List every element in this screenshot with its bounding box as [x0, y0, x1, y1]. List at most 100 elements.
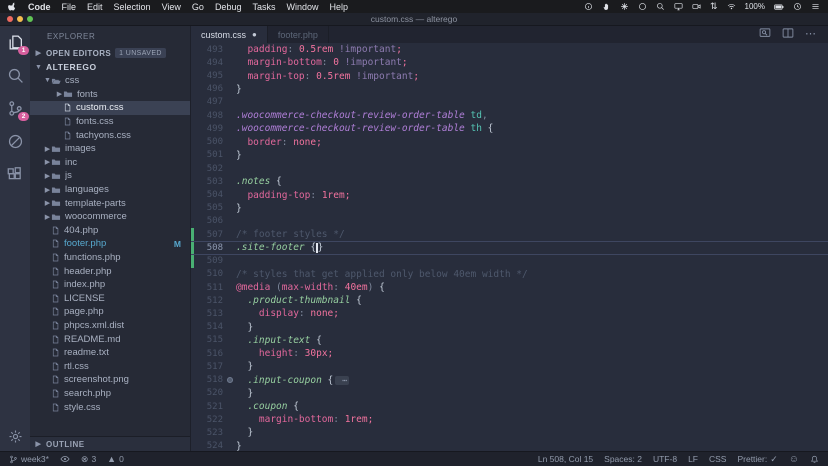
- errors-status[interactable]: ⊗3: [81, 454, 96, 464]
- prettier-status[interactable]: Prettier:✓: [737, 454, 777, 464]
- menu-help[interactable]: Help: [330, 2, 349, 12]
- open-preview-icon[interactable]: [759, 26, 771, 44]
- language-mode[interactable]: CSS: [709, 454, 726, 464]
- code-line-521[interactable]: 521 .coupon {: [191, 400, 828, 413]
- source-control-icon[interactable]: 2: [6, 99, 24, 117]
- code-line-517[interactable]: 517 }: [191, 360, 828, 373]
- tab-footer-php[interactable]: footer.php: [268, 26, 329, 43]
- file-readme-txt[interactable]: readme.txt: [30, 346, 190, 360]
- indentation[interactable]: Spaces: 2: [604, 454, 642, 464]
- line-number[interactable]: 517: [191, 362, 223, 372]
- menu-view[interactable]: View: [162, 2, 181, 12]
- split-editor-icon[interactable]: [782, 26, 794, 44]
- code-line-510[interactable]: 510/* styles that get applied only below…: [191, 268, 828, 281]
- line-number[interactable]: 520: [191, 388, 223, 398]
- line-number[interactable]: 510: [191, 269, 223, 279]
- line-number[interactable]: 500: [191, 137, 223, 147]
- line-number[interactable]: 502: [191, 164, 223, 174]
- menu-file[interactable]: File: [62, 2, 77, 12]
- code-editor[interactable]: 493 padding: 0.5rem !important;494 margi…: [191, 43, 828, 451]
- apple-menu-icon[interactable]: [8, 2, 17, 11]
- code-line-500[interactable]: 500 border: none;: [191, 136, 828, 149]
- fold-indicator-icon[interactable]: [223, 377, 236, 383]
- menu-app-name[interactable]: Code: [28, 2, 51, 12]
- code-line-503[interactable]: 503.notes {: [191, 175, 828, 188]
- search-icon[interactable]: [656, 2, 665, 11]
- watch-status[interactable]: [60, 454, 70, 464]
- cursor-position[interactable]: Ln 508, Col 15: [538, 454, 593, 464]
- feedback-smiley[interactable]: ☺: [789, 454, 799, 465]
- line-number[interactable]: 497: [191, 97, 223, 107]
- info-circle-icon[interactable]: [584, 2, 593, 11]
- code-line-514[interactable]: 514 }: [191, 321, 828, 334]
- list-icon[interactable]: [811, 2, 820, 11]
- line-number[interactable]: 503: [191, 177, 223, 187]
- code-line-507[interactable]: 507/* footer styles */: [191, 228, 828, 241]
- line-number[interactable]: 522: [191, 415, 223, 425]
- line-number[interactable]: 493: [191, 45, 223, 55]
- code-line-520[interactable]: 520 }: [191, 387, 828, 400]
- line-number[interactable]: 524: [191, 441, 223, 451]
- folder-fonts[interactable]: ▶fonts: [30, 88, 190, 102]
- line-number[interactable]: 507: [191, 230, 223, 240]
- folder-template-parts[interactable]: ▶template-parts: [30, 196, 190, 210]
- tab-custom-css[interactable]: custom.css●: [191, 26, 268, 43]
- code-line-495[interactable]: 495 margin-top: 0.5rem !important;: [191, 69, 828, 82]
- folder-woocommerce[interactable]: ▶woocommerce: [30, 210, 190, 224]
- open-editors-section[interactable]: ▶ OPEN EDITORS 1 UNSAVED: [30, 46, 190, 60]
- file-page-php[interactable]: page.php: [30, 305, 190, 319]
- file-phpcs-xml-dist[interactable]: phpcs.xml.dist: [30, 319, 190, 333]
- close-window-button[interactable]: [7, 16, 13, 22]
- warnings-status[interactable]: ▲0: [107, 454, 124, 464]
- line-number[interactable]: 505: [191, 203, 223, 213]
- battery-icon[interactable]: [774, 2, 784, 12]
- code-line-515[interactable]: 515 .input-text {: [191, 334, 828, 347]
- explorer-icon[interactable]: 1: [6, 33, 24, 51]
- line-number[interactable]: 506: [191, 216, 223, 226]
- folder-css[interactable]: ▼css: [30, 74, 190, 88]
- encoding[interactable]: UTF-8: [653, 454, 677, 464]
- code-line-501[interactable]: 501}: [191, 149, 828, 162]
- code-line-502[interactable]: 502: [191, 162, 828, 175]
- code-line-518[interactable]: 518 .input-coupon { ⋯: [191, 373, 828, 386]
- menu-edit[interactable]: Edit: [87, 2, 103, 12]
- maximize-window-button[interactable]: [27, 16, 33, 22]
- file-style-css[interactable]: style.css: [30, 400, 190, 414]
- file-readme-md[interactable]: README.md: [30, 332, 190, 346]
- folder-inc[interactable]: ▶inc: [30, 156, 190, 170]
- updown-icon[interactable]: ⇅: [710, 2, 718, 11]
- line-number[interactable]: 501: [191, 150, 223, 160]
- line-number[interactable]: 512: [191, 296, 223, 306]
- unsaved-dot-icon[interactable]: ●: [252, 31, 257, 39]
- flower-icon[interactable]: [620, 2, 629, 11]
- menu-go[interactable]: Go: [192, 2, 204, 12]
- file-search-php[interactable]: search.php: [30, 387, 190, 401]
- code-line-497[interactable]: 497: [191, 96, 828, 109]
- code-line-516[interactable]: 516 height: 30px;: [191, 347, 828, 360]
- file-tachyons-css[interactable]: tachyons.css: [30, 128, 190, 142]
- file-fonts-css[interactable]: fonts.css: [30, 115, 190, 129]
- display-icon[interactable]: [674, 2, 683, 11]
- code-line-505[interactable]: 505}: [191, 202, 828, 215]
- file-404-php[interactable]: 404.php: [30, 224, 190, 238]
- debug-icon[interactable]: [6, 132, 24, 150]
- line-number[interactable]: 509: [191, 256, 223, 266]
- folder-languages[interactable]: ▶languages: [30, 183, 190, 197]
- file-functions-php[interactable]: functions.php: [30, 251, 190, 265]
- folder-images[interactable]: ▶images: [30, 142, 190, 156]
- camera-icon[interactable]: [692, 2, 701, 11]
- line-number[interactable]: 508: [191, 243, 223, 253]
- search-icon[interactable]: [6, 66, 24, 84]
- line-number[interactable]: 496: [191, 84, 223, 94]
- clock-icon[interactable]: [793, 2, 802, 11]
- menu-selection[interactable]: Selection: [114, 2, 151, 12]
- outline-section[interactable]: ▶ OUTLINE: [30, 436, 190, 451]
- code-line-496[interactable]: 496}: [191, 83, 828, 96]
- code-line-509[interactable]: 509: [191, 255, 828, 268]
- menu-window[interactable]: Window: [286, 2, 318, 12]
- circle-icon[interactable]: [638, 2, 647, 11]
- code-line-522[interactable]: 522 margin-bottom: 1rem;: [191, 413, 828, 426]
- code-line-524[interactable]: 524}: [191, 440, 828, 451]
- line-number[interactable]: 511: [191, 283, 223, 293]
- line-number[interactable]: 498: [191, 111, 223, 121]
